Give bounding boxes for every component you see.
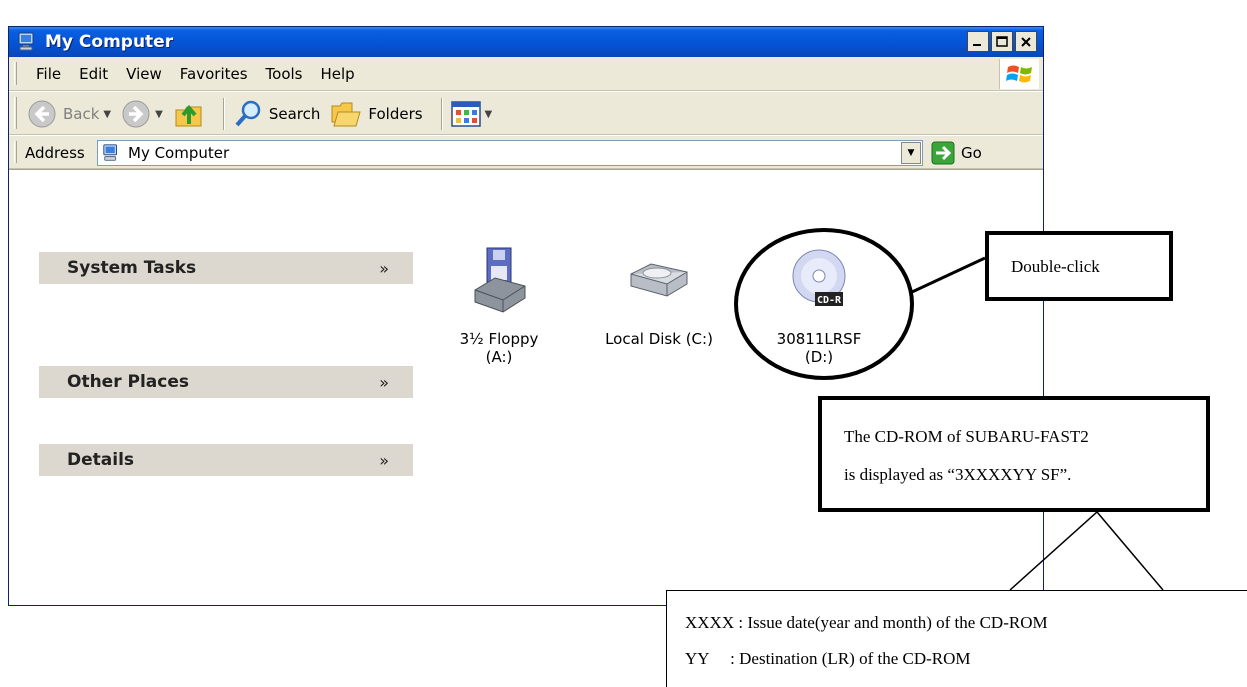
my-computer-icon <box>18 32 34 51</box>
folders-label: Folders <box>368 105 423 123</box>
back-button[interactable]: Back ▼ <box>27 99 111 129</box>
go-label: Go <box>961 144 982 162</box>
legend-text: YY : Destination (LR) of the CD-ROM <box>685 649 971 668</box>
toolbar-separator <box>222 98 225 130</box>
cd-label-callout: The CD-ROM of SUBARU-FAST2 is displayed … <box>818 396 1210 512</box>
search-label: Search <box>268 105 321 123</box>
menu-tools[interactable]: Tools <box>257 65 312 83</box>
my-computer-icon <box>103 144 117 161</box>
menu-view[interactable]: View <box>117 65 171 83</box>
toolbar-separator <box>440 98 443 130</box>
forward-arrow-icon <box>122 100 150 128</box>
standard-toolbar: Back ▼ ▼ Search Folders ▼ <box>9 91 1043 135</box>
windows-logo-icon <box>999 59 1039 89</box>
callout-text: The CD-ROM of SUBARU-FAST2 <box>844 427 1089 446</box>
floppy-drive-item[interactable]: 3½ Floppy (A:) <box>429 246 569 366</box>
folders-icon <box>331 102 362 127</box>
forward-button[interactable]: ▼ <box>121 99 163 129</box>
minimize-icon <box>973 43 981 46</box>
maximize-icon <box>996 35 1008 47</box>
menu-grip[interactable] <box>14 62 17 85</box>
search-icon <box>235 100 261 127</box>
minimize-button[interactable] <box>967 31 989 52</box>
forward-dropdown-icon[interactable]: ▼ <box>155 109 163 120</box>
drive-label: (A:) <box>485 348 513 366</box>
hard-disk-icon <box>630 263 688 297</box>
legend-callout: XXXX : Issue date(year and month) of the… <box>666 590 1247 687</box>
drive-label: 3½ Floppy <box>459 330 539 348</box>
explorer-window: My Computer File Edit View Favorites Too… <box>8 26 1044 606</box>
callout-text: is displayed as “3XXXXYY SF”. <box>844 465 1072 484</box>
local-disk-item[interactable]: Local Disk (C:) <box>589 246 729 348</box>
folders-button[interactable]: Folders <box>330 100 423 128</box>
menu-favorites[interactable]: Favorites <box>171 65 257 83</box>
chevron-down-icon[interactable]: » <box>379 259 389 278</box>
up-folder-icon <box>175 104 202 127</box>
system-tasks-pane[interactable]: System Tasks » <box>39 252 413 284</box>
go-arrow-icon <box>931 141 955 165</box>
cd-r-icon: CD-R <box>792 249 846 306</box>
drive-label: Local Disk (C:) <box>605 330 713 348</box>
search-button[interactable]: Search <box>233 99 321 129</box>
address-dropdown-button[interactable]: ▼ <box>901 142 921 164</box>
callout-text: Double-click <box>1011 257 1100 276</box>
back-dropdown-icon[interactable]: ▼ <box>103 109 111 120</box>
content-area: System Tasks » Other Places » Details » … <box>9 169 1043 605</box>
address-bar: Address My Computer ▼ Go <box>9 135 1043 169</box>
maximize-button[interactable] <box>991 31 1013 52</box>
chevron-down-icon: ▼ <box>907 148 915 158</box>
address-value: My Computer <box>128 144 230 162</box>
menu-edit[interactable]: Edit <box>70 65 117 83</box>
views-icon <box>450 101 481 127</box>
details-pane[interactable]: Details » <box>39 444 413 476</box>
window-title: My Computer <box>45 32 174 52</box>
address-field[interactable]: My Computer ▼ <box>97 140 923 166</box>
views-button[interactable]: ▼ <box>450 101 493 127</box>
address-grip[interactable] <box>14 141 17 163</box>
back-arrow-icon <box>28 100 56 128</box>
menu-help[interactable]: Help <box>312 65 364 83</box>
pane-title: Other Places <box>67 372 189 392</box>
cd-badge: CD-R <box>817 295 842 306</box>
menu-bar: File Edit View Favorites Tools Help <box>9 57 1043 91</box>
chevron-down-icon[interactable]: » <box>379 373 389 392</box>
up-folder-button[interactable] <box>173 98 205 130</box>
floppy-drive-icon <box>474 247 526 313</box>
chevron-down-icon[interactable]: » <box>379 451 389 470</box>
views-dropdown-icon[interactable]: ▼ <box>485 109 493 120</box>
close-button[interactable] <box>1015 31 1037 52</box>
other-places-pane[interactable]: Other Places » <box>39 366 413 398</box>
title-bar[interactable]: My Computer <box>9 27 1043 57</box>
menu-file[interactable]: File <box>27 65 70 83</box>
pane-title: Details <box>67 450 135 470</box>
legend-text: XXXX : Issue date(year and month) of the… <box>685 613 1048 632</box>
double-click-callout: Double-click <box>985 231 1173 301</box>
pane-title: System Tasks <box>67 258 197 278</box>
toolbar-grip[interactable] <box>14 97 17 129</box>
back-label: Back <box>63 105 100 123</box>
drive-label: (D:) <box>804 348 834 366</box>
address-label: Address <box>25 144 85 162</box>
cd-drive-item[interactable]: CD-R 30811LRSF (D:) <box>749 246 889 366</box>
go-button[interactable]: Go <box>931 140 982 166</box>
drive-label: 30811LRSF <box>776 330 862 348</box>
close-icon <box>1021 36 1031 47</box>
